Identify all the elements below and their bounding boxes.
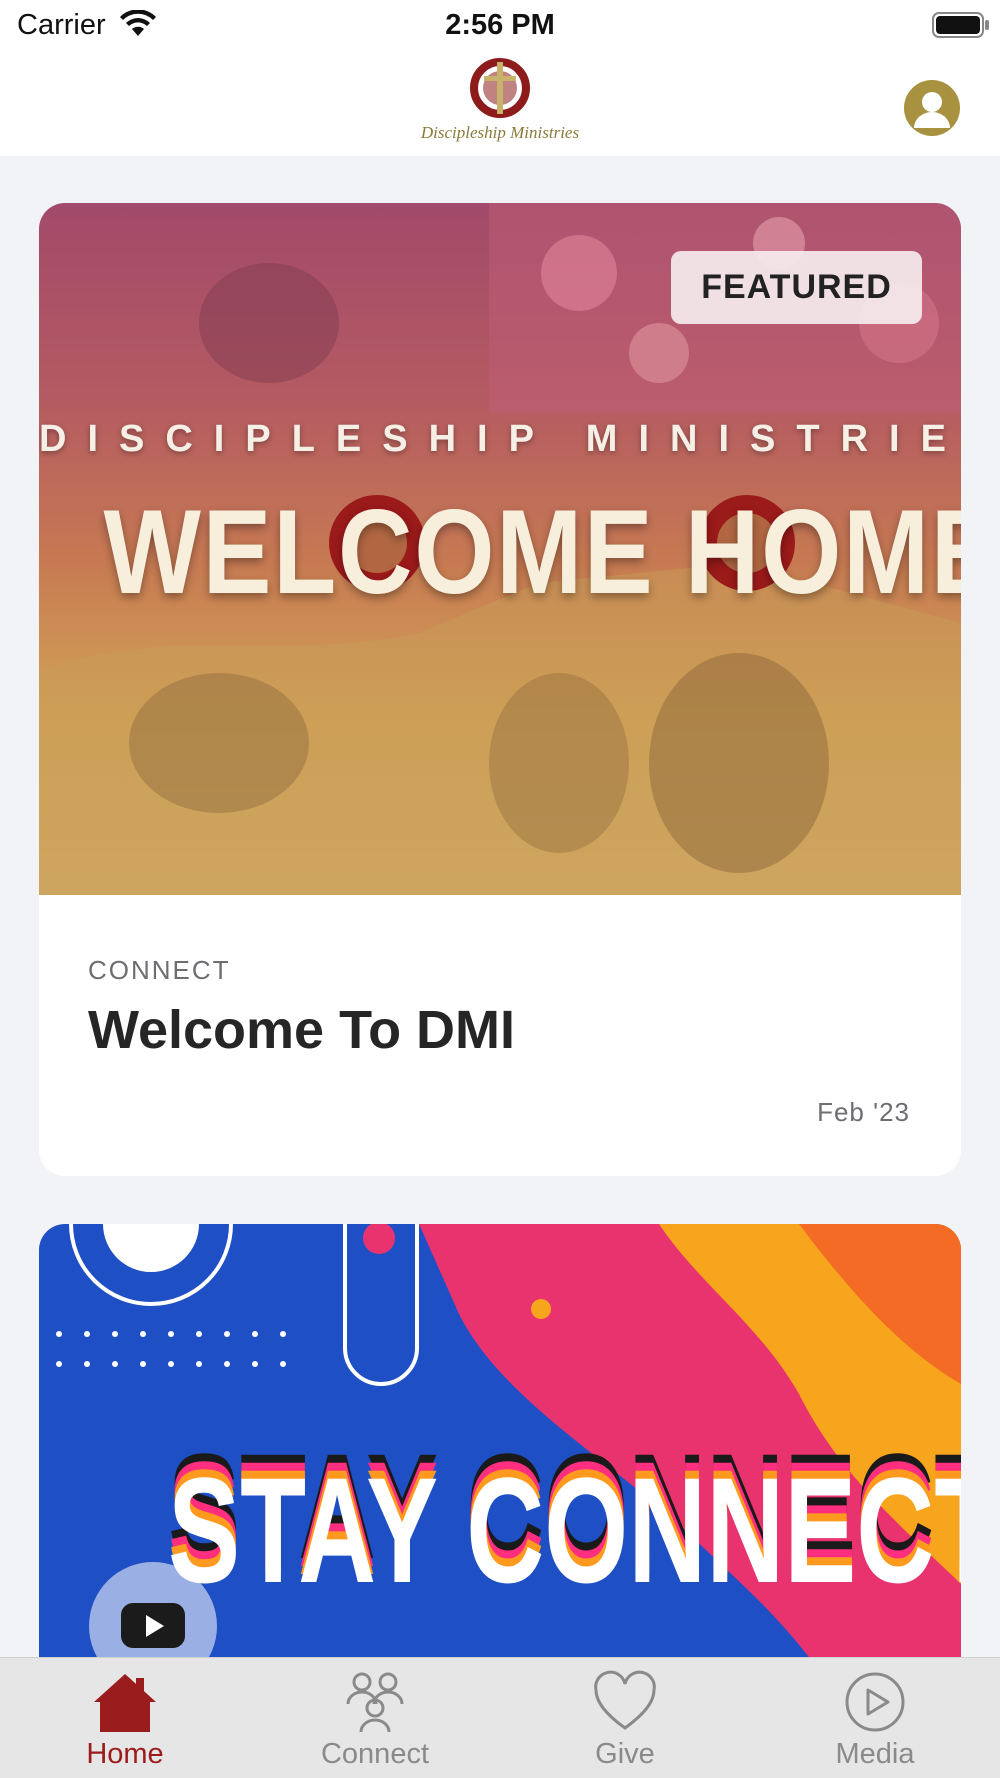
featured-card-body: CONNECT Welcome To DMI Feb '23 [39,895,961,1176]
ministry-logo: Discipleship Ministries [420,58,580,142]
card-title: Welcome To DMI [88,1000,516,1060]
card-date: Feb '23 [817,1097,910,1127]
status-bar: Carrier 2:56 PM [0,0,1000,52]
tab-home[interactable]: Home [0,1658,250,1778]
tab-connect-label: Connect [320,1738,429,1770]
stay-connected-title: STAY CONNECTED [168,1446,961,1614]
user-avatar-icon [914,92,950,128]
home-icon [94,1674,156,1732]
bottom-tab-bar: Home Connect Give Media [0,1657,1000,1778]
clock: 2:56 PM [445,9,555,41]
app-header: Discipleship Ministries [0,52,1000,156]
featured-card-image: DISCIPLESHIP MINISTRIES WELCOME HOME FEA… [39,203,961,895]
svg-text:Discipleship Ministries: Discipleship Ministries [420,123,580,142]
card-category: CONNECT [88,955,231,985]
youtube-play-icon [121,1603,185,1648]
profile-avatar-button[interactable] [904,80,960,136]
hero-title: WELCOME HOME [103,485,961,619]
battery-icon [932,12,989,38]
heart-icon [594,1670,656,1730]
featured-card[interactable]: DISCIPLESHIP MINISTRIES WELCOME HOME FEA… [39,203,961,1176]
hero-tagline: DISCIPLESHIP MINISTRIES [39,418,961,460]
tab-media[interactable]: Media [750,1658,1000,1778]
tab-media-label: Media [835,1738,915,1770]
people-icon [346,1672,404,1733]
featured-badge: FEATURED [671,251,922,324]
tab-give[interactable]: Give [500,1658,750,1778]
play-circle-icon [845,1672,905,1732]
tab-give-label: Give [595,1738,655,1770]
tab-home-label: Home [86,1738,164,1770]
tab-connect[interactable]: Connect [250,1658,500,1778]
